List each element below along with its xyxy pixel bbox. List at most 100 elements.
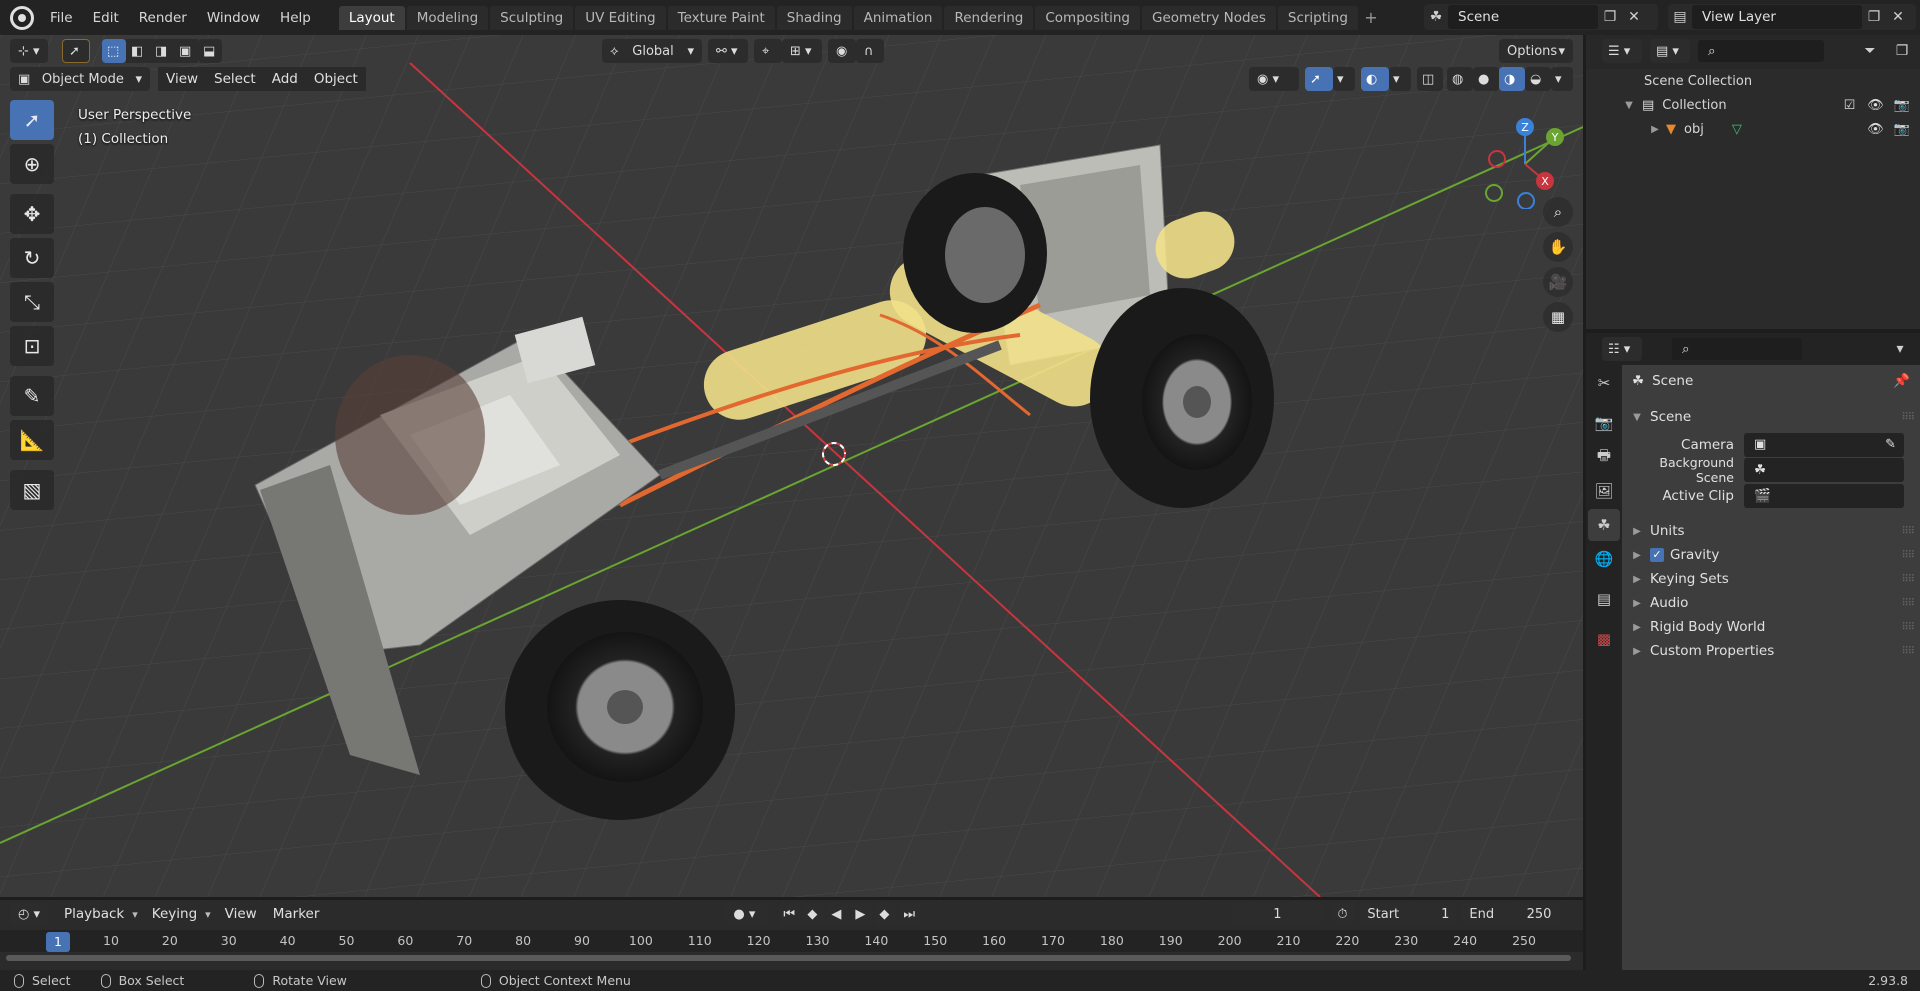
material-preview-shading-icon[interactable]: ◑ [1499, 67, 1525, 91]
end-frame-field[interactable]: End 250 [1461, 902, 1560, 926]
rotate-tool-icon[interactable]: ↻ [10, 238, 54, 278]
remove-scene-icon[interactable]: ✕ [1622, 5, 1646, 29]
timeline-menu-playback[interactable]: Playback [56, 902, 132, 926]
pan-view-icon[interactable]: ✋ [1543, 232, 1573, 262]
tab-uv-editing[interactable]: UV Editing [575, 5, 666, 30]
menu-help[interactable]: Help [270, 6, 321, 30]
falloff-icon[interactable]: ∩ [856, 39, 884, 63]
transform-tool-icon[interactable]: ⊡ [10, 326, 54, 366]
viewport-menu-select[interactable]: Select [206, 67, 264, 91]
tool-tab-icon[interactable]: ✂ [1588, 367, 1620, 399]
jump-to-start-icon[interactable]: ⏮ [779, 902, 802, 926]
tab-animation[interactable]: Animation [853, 5, 943, 30]
select-subtract-icon[interactable]: ◨ [150, 39, 174, 63]
add-cube-tool-icon[interactable]: ▧ [10, 470, 54, 510]
move-tool-icon[interactable]: ✥ [10, 194, 54, 234]
scale-tool-icon[interactable]: ⤡ [10, 282, 54, 322]
background-scene-field[interactable]: ☘ [1744, 458, 1904, 482]
jump-to-end-icon[interactable]: ⏭ [899, 902, 922, 926]
menu-window[interactable]: Window [197, 6, 270, 30]
expand-caret-icon[interactable]: ▼ [1622, 100, 1636, 111]
solid-shading-icon[interactable]: ● [1473, 67, 1499, 91]
timeline-editor-type-icon[interactable]: ◴ ▾ [10, 902, 48, 926]
timeline-ruler[interactable]: 1 10 20 30 40 50 60 70 80 90 100 110 120 130 140 150 160… [0, 930, 1583, 952]
exclude-checkbox-icon[interactable]: ☑ [1844, 98, 1856, 113]
blender-logo-icon[interactable] [10, 5, 34, 30]
select-mode-icon[interactable]: ➚ [62, 39, 90, 63]
overlay-toggle-icon[interactable]: ◐ [1361, 67, 1389, 91]
camera-field[interactable]: ▣ ✎ [1744, 433, 1904, 457]
proportional-edit-icon[interactable]: ◉ [828, 39, 856, 63]
outliner-editor-type-icon[interactable]: ☰ ▾ [1602, 39, 1642, 63]
current-frame-marker[interactable]: 1 [46, 932, 70, 952]
render-tab-icon[interactable]: 📷 [1588, 407, 1620, 439]
scrollbar-thumb[interactable] [6, 955, 1571, 961]
start-frame-field[interactable]: Start 1 [1359, 902, 1458, 926]
view-layer-name-field[interactable]: View Layer [1692, 5, 1862, 29]
select-invert-icon[interactable]: ▣ [174, 39, 198, 63]
select-extend-icon[interactable]: ◧ [126, 39, 150, 63]
expand-caret-icon[interactable]: ▶ [1648, 124, 1662, 135]
duplicate-view-layer-icon[interactable]: ❐ [1862, 5, 1886, 29]
drag-handle-icon[interactable]: ⠿⠿ [1901, 412, 1915, 423]
overlay-dropdown-icon[interactable]: ▾ [1389, 67, 1411, 91]
gizmo-dropdown-icon[interactable]: ▾ [1333, 67, 1355, 91]
pivot-point-dropdown[interactable]: ⚯ ▾ [708, 39, 748, 63]
section-custom-properties[interactable]: ▶ Custom Properties ⠿⠿ [1622, 637, 1920, 665]
drag-handle-icon[interactable]: ⠿⠿ [1901, 598, 1915, 609]
add-workspace-icon[interactable]: + [1360, 6, 1382, 30]
outliner-row-collection[interactable]: ▼ ▤ Collection ☑ 👁 📷 [1586, 93, 1920, 117]
duplicate-scene-icon[interactable]: ❐ [1598, 5, 1622, 29]
collection-tab-icon[interactable]: ▤ [1588, 583, 1620, 615]
drag-handle-icon[interactable]: ⠿⠿ [1901, 526, 1915, 537]
visibility-dropdown[interactable]: ◉ ▾ [1249, 67, 1299, 91]
view-layer-tab-icon[interactable]: 🖼 [1588, 475, 1620, 507]
active-clip-field[interactable]: 🎬 [1744, 484, 1904, 508]
properties-options-icon[interactable]: ▾ [1888, 337, 1912, 361]
outliner-row-scene-collection[interactable]: Scene Collection [1586, 69, 1920, 93]
rendered-shading-icon[interactable]: ◒ [1525, 67, 1551, 91]
viewport-menu-view[interactable]: View [158, 67, 207, 91]
drag-handle-icon[interactable]: ⠿⠿ [1901, 622, 1915, 633]
output-tab-icon[interactable]: 🖶 [1588, 441, 1620, 473]
drag-handle-icon[interactable]: ⠿⠿ [1901, 574, 1915, 585]
cursor-tool-icon[interactable]: ⊕ [10, 144, 54, 184]
menu-file[interactable]: File [40, 6, 83, 30]
jump-to-keyframe-back-icon[interactable]: ◆ [803, 902, 826, 926]
tab-layout[interactable]: Layout [338, 5, 405, 30]
pin-icon[interactable]: 📌 [1893, 373, 1910, 389]
properties-search-input[interactable]: ⌕ [1672, 338, 1802, 360]
tab-shading[interactable]: Shading [776, 5, 852, 30]
current-frame-field[interactable]: 1 [1231, 902, 1324, 926]
mode-dropdown[interactable]: ▣ Object Mode ▾ [10, 67, 150, 91]
xray-toggle-icon[interactable]: ◫ [1417, 67, 1443, 91]
timeline-menu-view[interactable]: View [217, 902, 265, 926]
remove-view-layer-icon[interactable]: ✕ [1886, 5, 1910, 29]
scene-panel-header[interactable]: ▼ Scene ⠿⠿ [1622, 403, 1920, 431]
tab-texture-paint[interactable]: Texture Paint [667, 5, 775, 30]
timeline-menu-keying[interactable]: Keying [144, 902, 205, 926]
tab-sculpting[interactable]: Sculpting [490, 5, 574, 30]
properties-editor-type-icon[interactable]: ☷ ▾ [1602, 337, 1642, 361]
new-collection-icon[interactable]: ❐ [1890, 39, 1914, 63]
select-intersect-icon[interactable]: ⬓ [198, 39, 222, 63]
gravity-checkbox[interactable]: ✓ [1650, 548, 1664, 562]
drag-handle-icon[interactable]: ⠿⠿ [1901, 646, 1915, 657]
drag-handle-icon[interactable]: ⠿⠿ [1901, 550, 1915, 561]
outliner-search-input[interactable]: ⌕ [1698, 40, 1824, 62]
measure-tool-icon[interactable]: 📐 [10, 420, 54, 460]
render-camera-icon[interactable]: 📷 [1894, 122, 1910, 137]
hide-eye-icon[interactable]: 👁 [1867, 98, 1884, 113]
scene-icon[interactable]: ☘ [1424, 5, 1448, 29]
select-new-icon[interactable]: ⬚ [102, 39, 126, 63]
outliner-row-obj[interactable]: ▶ ▼ obj ▽ 👁 📷 [1586, 117, 1920, 141]
snap-toggle-icon[interactable]: ⌖ [754, 39, 782, 63]
auto-keying-icon[interactable]: ● ▾ [725, 902, 768, 926]
timeline-scrollbar[interactable] [6, 955, 1571, 961]
hide-eye-icon[interactable]: 👁 [1867, 122, 1884, 137]
eyedropper-icon[interactable]: ✎ [1885, 433, 1896, 457]
shading-dropdown-icon[interactable]: ▾ [1551, 67, 1573, 91]
transform-orientation-dropdown[interactable]: ⟡ Global ▾ [602, 39, 702, 63]
tab-scripting[interactable]: Scripting [1277, 5, 1358, 30]
view-layer-icon[interactable]: ▤ [1668, 5, 1692, 29]
